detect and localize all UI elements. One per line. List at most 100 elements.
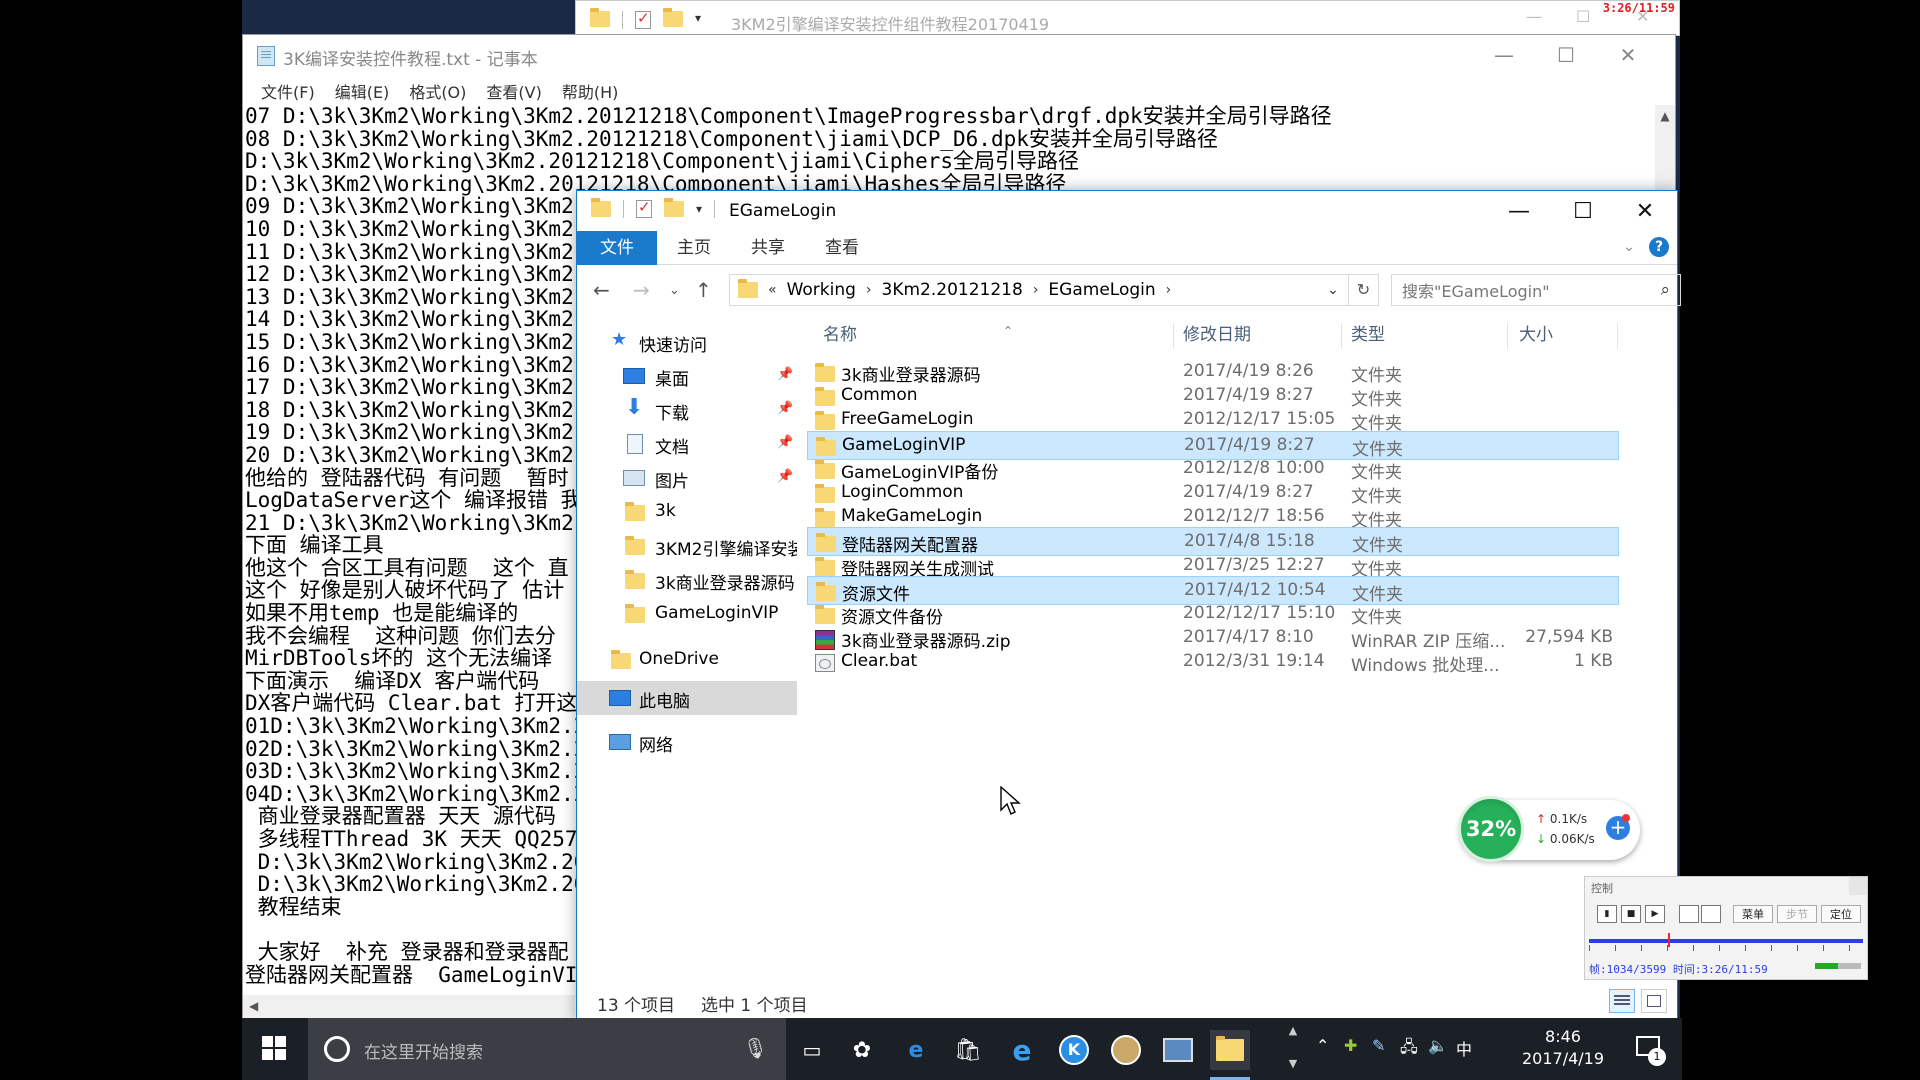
scroll-up-icon[interactable]: ▲: [1655, 109, 1675, 123]
menu-view[interactable]: 查看(V): [476, 75, 551, 105]
locate-button[interactable]: 定位: [1821, 905, 1861, 923]
nav-downloads[interactable]: ⬇ 下载 📌: [577, 393, 797, 427]
minimize-icon[interactable]: —: [1526, 7, 1542, 26]
refresh-icon[interactable]: ↻: [1348, 275, 1378, 305]
maximize-icon[interactable]: ☐: [1551, 191, 1615, 231]
taskbar-scroll[interactable]: ▲ ▼: [1282, 1018, 1304, 1080]
explorer-window[interactable]: ▾ EGameLogin — ☐ ✕ 文件 主页 共享 查看 ⌄ ? ← → ⌄…: [576, 190, 1681, 1022]
network-speed-widget[interactable]: 32% ↑ 0.1K/s ↓ 0.06K/s +: [1458, 796, 1640, 862]
breadcrumb-separator-icon[interactable]: ›: [1166, 282, 1172, 298]
microphone-icon[interactable]: 🎙: [743, 1036, 768, 1060]
expand-ribbon-icon[interactable]: ⌄: [1623, 239, 1635, 255]
show-hidden-icons-icon[interactable]: ⌃: [1316, 1036, 1329, 1055]
column-header-name[interactable]: 名称 ⌃: [823, 315, 1103, 355]
maximize-icon[interactable]: ☐: [1535, 35, 1597, 75]
tray-app-icon[interactable]: ✚: [1344, 1036, 1357, 1055]
forward-arrow-icon[interactable]: →: [633, 278, 650, 302]
search-icon[interactable]: ⌕: [1660, 280, 1670, 300]
minimize-icon[interactable]: —: [1487, 191, 1551, 231]
background-explorer-window[interactable]: ▾ 3KM2引擎编译安装控件组件教程20170419 — ☐ ✕ 3:26/11…: [575, 0, 1680, 36]
app-swirl-icon[interactable]: ✿: [842, 1030, 882, 1070]
nav-folder-3km2[interactable]: 3KM2引擎编译安装: [577, 529, 797, 563]
new-folder-icon[interactable]: [663, 8, 683, 27]
details-view-button[interactable]: [1609, 989, 1635, 1013]
taskbar-search-input[interactable]: 在这里开始搜索 🎙: [308, 1018, 786, 1080]
next-icon[interactable]: ▶: [1645, 905, 1665, 923]
ime-tray-icon[interactable]: ✎: [1372, 1036, 1385, 1055]
store-icon[interactable]: 🛍: [948, 1030, 988, 1070]
pin-icon[interactable]: 📌: [777, 367, 793, 382]
chevron-down-icon[interactable]: ▾: [696, 202, 702, 216]
remote-desktop-icon[interactable]: [1158, 1030, 1198, 1070]
internet-explorer-icon[interactable]: e: [1002, 1030, 1042, 1070]
nav-desktop[interactable]: 桌面 📌: [577, 359, 797, 393]
pin-icon[interactable]: 📌: [777, 469, 793, 484]
address-bar[interactable]: « Working › 3Km2.20121218 › EGameLogin ›…: [729, 274, 1379, 306]
fit-window-icon[interactable]: [1679, 905, 1699, 923]
breadcrumb-overflow-icon[interactable]: «: [768, 282, 777, 298]
search-input[interactable]: 搜索"EGameLogin" ⌕: [1391, 274, 1681, 306]
properties-icon[interactable]: [635, 9, 651, 29]
menu-format[interactable]: 格式(O): [399, 75, 476, 105]
minimize-icon[interactable]: —: [1473, 35, 1535, 75]
pause-icon[interactable]: ■: [1621, 905, 1641, 923]
chevron-down-icon[interactable]: ▾: [695, 11, 701, 29]
tab-share[interactable]: 共享: [731, 231, 805, 265]
clock[interactable]: 8:46 2017/4/19: [1518, 1026, 1608, 1070]
column-header-type[interactable]: 类型: [1351, 315, 1385, 355]
new-folder-icon[interactable]: [664, 198, 684, 217]
input-method-indicator[interactable]: 中: [1456, 1036, 1472, 1060]
nav-this-pc[interactable]: 此电脑: [577, 681, 797, 715]
action-center-button[interactable]: 1: [1634, 1032, 1668, 1066]
address-dropdown-icon[interactable]: ⌄: [1318, 282, 1348, 298]
nav-folder-3k[interactable]: 3k: [577, 495, 797, 529]
panel-close-button[interactable]: [1849, 877, 1867, 895]
back-arrow-icon[interactable]: ←: [593, 278, 610, 302]
recent-locations-icon[interactable]: ⌄: [669, 283, 680, 298]
menu-edit[interactable]: 编辑(E): [325, 75, 400, 105]
column-header-size[interactable]: 大小: [1519, 315, 1553, 355]
breadcrumb-separator-icon[interactable]: ›: [1033, 282, 1039, 298]
up-arrow-icon[interactable]: ↑: [695, 278, 712, 302]
help-icon[interactable]: ?: [1649, 237, 1669, 257]
table-row[interactable]: Clear.bat 2012/3/31 19:14 Windows 批处理... 1 …: [807, 648, 1619, 677]
pin-icon[interactable]: 📌: [777, 435, 793, 450]
start-button[interactable]: [262, 1036, 286, 1060]
breadcrumb-egamelogin[interactable]: EGameLogin: [1048, 280, 1155, 300]
menu-button[interactable]: 菜单: [1733, 905, 1773, 923]
breadcrumb-3km2[interactable]: 3Km2.20121218: [882, 280, 1023, 300]
volume-icon[interactable]: 🔈: [1428, 1036, 1448, 1055]
edge-browser-icon[interactable]: e: [896, 1030, 936, 1070]
file-explorer-icon[interactable]: [1210, 1030, 1250, 1080]
breadcrumb-working[interactable]: Working: [787, 280, 856, 300]
nav-network[interactable]: 网络: [577, 725, 797, 759]
close-icon[interactable]: ✕: [1613, 191, 1677, 231]
play-icon[interactable]: ▮: [1597, 905, 1617, 923]
nav-documents[interactable]: 文档 📌: [577, 427, 797, 461]
tab-home[interactable]: 主页: [657, 231, 731, 265]
network-status-icon[interactable]: 🖧: [1400, 1036, 1418, 1063]
tab-file[interactable]: 文件: [577, 231, 657, 265]
nav-onedrive[interactable]: OneDrive: [577, 643, 797, 677]
player-control-panel[interactable]: 控制 ▮ ■ ▶ 菜单 步节 定位 帧:1034/3599 时间:3:26/11…: [1584, 876, 1868, 980]
seek-handle[interactable]: [1668, 933, 1671, 947]
memory-usage-percent[interactable]: 32%: [1458, 796, 1524, 862]
scroll-left-icon[interactable]: ◀: [249, 999, 258, 1013]
nav-folder-3k-business[interactable]: 3k商业登录器源码: [577, 563, 797, 597]
column-header-date[interactable]: 修改日期: [1183, 315, 1251, 355]
fullscreen-icon[interactable]: [1701, 905, 1721, 923]
close-icon[interactable]: ✕: [1597, 35, 1659, 75]
explorer-titlebar[interactable]: ▾ EGameLogin — ☐ ✕: [577, 191, 1677, 231]
menu-help[interactable]: 帮助(H): [552, 75, 629, 105]
nav-pictures[interactable]: 图片 📌: [577, 461, 797, 495]
properties-icon[interactable]: [636, 198, 652, 218]
seek-track[interactable]: [1589, 939, 1863, 943]
nav-quick-access[interactable]: ★ 快速访问: [577, 325, 797, 359]
pin-icon[interactable]: 📌: [777, 401, 793, 416]
horizontal-scrollbar[interactable]: ◀: [243, 995, 575, 1019]
volume-slider[interactable]: [1815, 963, 1861, 969]
game-app-icon[interactable]: [1106, 1030, 1146, 1070]
menu-file[interactable]: 文件(F): [251, 75, 325, 105]
notepad-titlebar[interactable]: 3K编译安装控件教程.txt - 记事本 — ☐ ✕: [243, 35, 1675, 75]
step-button[interactable]: 步节: [1777, 905, 1817, 923]
